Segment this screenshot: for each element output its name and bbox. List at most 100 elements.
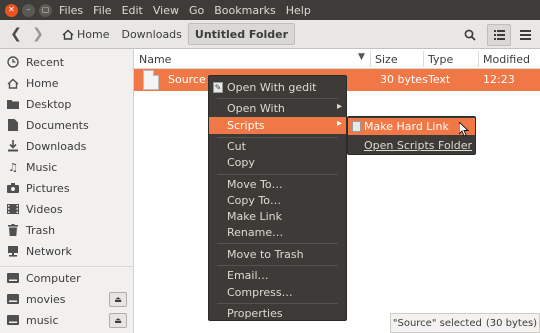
menu-item-label: Open With — [227, 102, 285, 115]
search-icon — [464, 29, 476, 41]
column-header-modified[interactable]: Modified — [483, 53, 530, 66]
list-view-icon — [493, 30, 505, 40]
sidebar-item-label: Documents — [26, 118, 89, 132]
hamburger-menu-icon — [519, 30, 531, 40]
menu-item-rename[interactable]: Rename… — [209, 224, 346, 241]
menu-item-move-to-trash[interactable]: Move to Trash — [209, 246, 346, 263]
menu-edit[interactable]: Edit — [117, 4, 148, 17]
sidebar-item-home[interactable]: Home — [0, 73, 134, 93]
search-button[interactable] — [458, 24, 482, 46]
home-icon — [62, 29, 74, 40]
sidebar-item-label: movies — [26, 292, 66, 306]
sidebar-item-recent[interactable]: Recent — [0, 52, 134, 72]
menu-item-email[interactable]: Email… — [209, 267, 346, 284]
sidebar-item-network[interactable]: Network — [0, 241, 134, 261]
list-view-button[interactable] — [487, 24, 511, 46]
window-controls: ✕ – ▢ — [0, 3, 54, 17]
column-divider[interactable] — [478, 51, 479, 67]
sidebar-item-music[interactable]: ♫ Music — [0, 157, 134, 177]
menu-item-label: Rename… — [227, 226, 284, 239]
forward-button[interactable]: ❯ — [27, 23, 49, 45]
breadcrumb-label: Home — [77, 27, 110, 41]
download-icon — [6, 139, 20, 153]
sidebar-item-label: Pictures — [26, 181, 70, 195]
eject-icon: ⏏ — [114, 295, 122, 304]
column-divider[interactable] — [423, 51, 424, 67]
close-window-button[interactable]: ✕ — [5, 3, 18, 17]
menu-item-open-with-gedit[interactable]: ✎ Open With gedit — [209, 79, 346, 96]
menu-item-cut[interactable]: Cut — [209, 138, 346, 155]
home-icon — [6, 76, 20, 90]
menu-view[interactable]: View — [148, 4, 184, 17]
eject-icon: ⏏ — [114, 316, 122, 325]
chevron-right-icon: ❯ — [32, 26, 44, 42]
film-icon — [6, 202, 20, 216]
menu-item-label: Make Hard Link — [364, 120, 449, 133]
file-modified: 12:23 — [483, 73, 515, 86]
sidebar-item-trash[interactable]: Trash — [0, 220, 134, 240]
breadcrumb-home[interactable]: Home — [56, 23, 115, 45]
menu-item-compress[interactable]: Compress… — [209, 284, 346, 301]
sidebar-item-computer[interactable]: Computer — [0, 268, 134, 288]
column-header-name[interactable]: Name — [139, 53, 171, 66]
sidebar-item-label: music — [26, 313, 59, 327]
sidebar-item-downloads[interactable]: Downloads — [0, 136, 134, 156]
menu-separator — [217, 174, 338, 175]
status-size: (30 bytes) — [485, 317, 538, 329]
menu-help[interactable]: Help — [281, 4, 316, 17]
menu-separator — [217, 303, 338, 304]
mouse-pointer-icon — [459, 122, 469, 137]
menu-files[interactable]: Files — [54, 4, 88, 17]
breadcrumb-label: Downloads — [121, 27, 182, 41]
menu-separator — [217, 243, 338, 244]
menu-item-copy-to[interactable]: Copy To… — [209, 192, 346, 209]
breadcrumb-untitled-folder[interactable]: Untitled Folder — [187, 23, 296, 45]
menu-file[interactable]: File — [88, 4, 116, 17]
sidebar-item-documents[interactable]: Documents — [0, 115, 134, 135]
menu-bookmarks[interactable]: Bookmarks — [209, 4, 280, 17]
menu-item-make-hard-link[interactable]: Make Hard Link — [348, 118, 475, 135]
column-divider[interactable] — [370, 51, 371, 67]
document-icon — [6, 118, 20, 132]
sidebar-item-label: Computer — [26, 271, 81, 285]
status-bar: "Source" selected (30 bytes) — [390, 313, 540, 333]
chevron-left-icon: ❮ — [10, 26, 22, 42]
menu-item-move-to[interactable]: Move To… — [209, 176, 346, 193]
menu-separator — [217, 265, 338, 266]
menu-separator — [217, 98, 338, 99]
file-name: Source — [168, 73, 206, 86]
gedit-icon: ✎ — [213, 82, 223, 93]
menu-item-open-with[interactable]: Open With ▸ — [209, 100, 346, 117]
sidebar-item-label: Trash — [26, 223, 56, 237]
menu-go[interactable]: Go — [184, 4, 209, 17]
menu-item-properties[interactable]: Properties — [209, 305, 346, 322]
view-menu-button[interactable] — [513, 24, 537, 46]
maximize-window-button[interactable]: ▢ — [39, 3, 52, 17]
column-header-size[interactable]: Size — [375, 53, 398, 66]
breadcrumb-label: Untitled Folder — [194, 27, 289, 41]
network-icon — [6, 244, 20, 258]
menu-item-label: Cut — [227, 140, 246, 153]
sidebar-item-pictures[interactable]: Pictures — [0, 178, 134, 198]
menu-item-label: Compress… — [227, 286, 293, 299]
eject-music-button[interactable]: ⏏ — [109, 313, 127, 328]
eject-movies-button[interactable]: ⏏ — [109, 292, 127, 307]
menu-item-copy[interactable]: Copy — [209, 154, 346, 171]
menu-item-open-scripts-folder[interactable]: Open Scripts Folder — [348, 137, 475, 154]
scripts-submenu: Make Hard Link Open Scripts Folder — [347, 116, 476, 155]
sidebar-item-videos[interactable]: Videos — [0, 199, 134, 219]
column-header-type[interactable]: Type — [428, 53, 453, 66]
menu-item-label: Copy — [227, 156, 255, 169]
menu-item-label: Open Scripts Folder — [364, 139, 473, 152]
menu-item-make-link[interactable]: Make Link — [209, 208, 346, 225]
menu-item-scripts[interactable]: Scripts ▸ — [209, 117, 346, 134]
text-file-icon — [143, 70, 159, 90]
sidebar-item-label: Network — [26, 244, 72, 258]
context-menu: ✎ Open With gedit Open With ▸ Scripts ▸ … — [208, 75, 347, 321]
sidebar: Recent Home Desktop Documents Downloads … — [0, 49, 134, 333]
back-button[interactable]: ❮ — [5, 23, 27, 45]
sidebar-item-desktop[interactable]: Desktop — [0, 94, 134, 114]
minimize-window-button[interactable]: – — [22, 3, 35, 17]
sidebar-item-label: Music — [26, 160, 58, 174]
breadcrumb-downloads[interactable]: Downloads — [115, 23, 187, 45]
